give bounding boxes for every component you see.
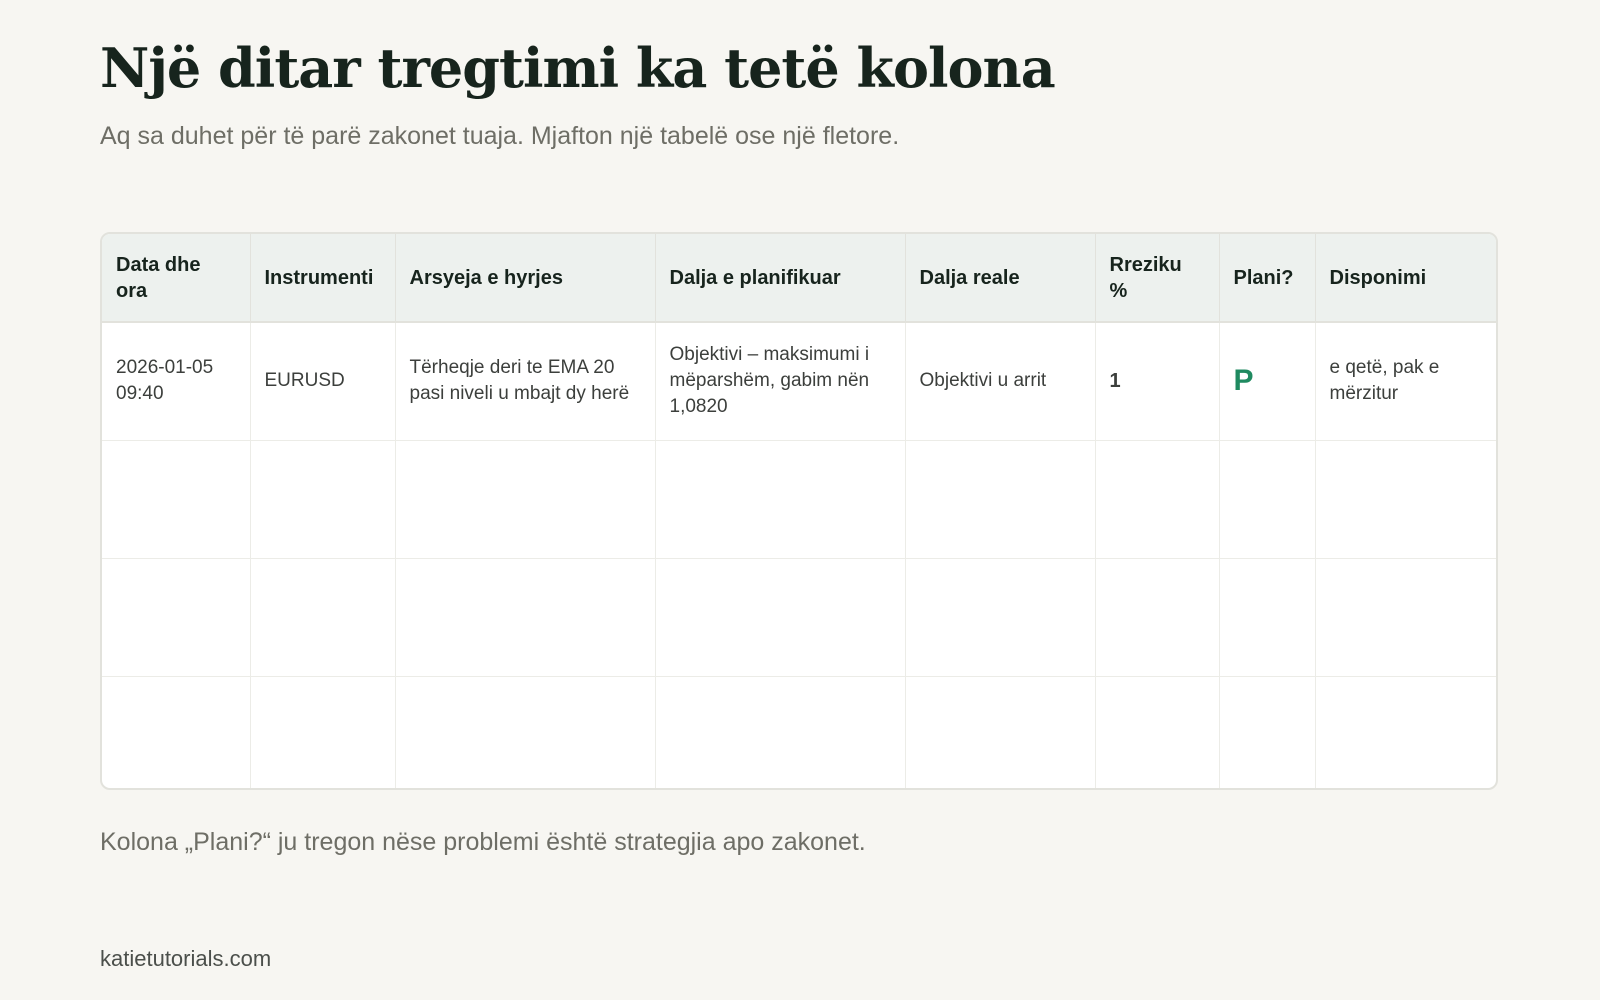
table-header-row: Data dhe ora Instrumenti Arsyeja e hyrje… [102,234,1496,323]
table-row [102,676,1496,788]
header-planned-exit: Dalja e planifikuar [655,234,906,323]
cell-plan-mark: P [1219,322,1316,441]
table-row: 2026-01-05 09:40 EURUSD Tërheqje deri te… [102,322,1496,441]
cell-mood [1315,676,1496,788]
footnote: Kolona „Plani?“ ju tregon nëse problemi … [100,828,866,856]
cell-risk-percent [1095,676,1220,788]
cell-plan-mark [1219,558,1316,677]
cell-entry-reason [395,676,656,788]
site-credit: katietutorials.com [100,946,272,971]
cell-instrument [250,558,396,677]
cell-date-time [102,558,251,677]
cell-instrument: EURUSD [250,322,396,441]
cell-risk-percent: 1 [1095,322,1220,441]
cell-planned-exit [655,676,906,788]
cell-entry-reason [395,440,656,559]
header-instrument: Instrumenti [250,234,396,323]
cell-mood [1315,440,1496,559]
cell-instrument [250,440,396,559]
cell-plan-mark [1219,440,1316,559]
cell-risk-percent [1095,440,1220,559]
cell-date-time: 2026-01-05 09:40 [102,322,251,441]
page-subtitle: Aq sa duhet për të parë zakonet tuaja. M… [100,122,900,150]
header-actual-exit: Dalja reale [905,234,1096,323]
cell-planned-exit: Objektivi – maksimumi i mëparshëm, gabim… [655,322,906,441]
cell-planned-exit [655,558,906,677]
cell-date-time [102,676,251,788]
table-row [102,440,1496,559]
cell-actual-exit [905,676,1096,788]
header-risk-percent: Rreziku % [1095,234,1220,323]
cell-mood [1315,558,1496,677]
cell-actual-exit [905,440,1096,559]
cell-risk-percent [1095,558,1220,677]
cell-actual-exit: Objektivi u arrit [905,322,1096,441]
cell-actual-exit [905,558,1096,677]
header-mood: Disponimi [1315,234,1496,323]
cell-entry-reason [395,558,656,677]
cell-plan-mark [1219,676,1316,788]
table-row [102,558,1496,677]
header-entry-reason: Arsyeja e hyrjes [395,234,656,323]
cell-instrument [250,676,396,788]
header-date-time: Data dhe ora [102,234,251,323]
page-title: Një ditar tregtimi ka tetë kolona [100,36,1056,100]
cell-date-time [102,440,251,559]
cell-planned-exit [655,440,906,559]
header-plan: Plani? [1219,234,1316,323]
journal-table-card: Data dhe ora Instrumenti Arsyeja e hyrje… [100,232,1498,790]
cell-entry-reason: Tërheqje deri te EMA 20 pasi niveli u mb… [395,322,656,441]
cell-mood: e qetë, pak e mërzitur [1315,322,1496,441]
journal-table: Data dhe ora Instrumenti Arsyeja e hyrje… [102,234,1496,788]
